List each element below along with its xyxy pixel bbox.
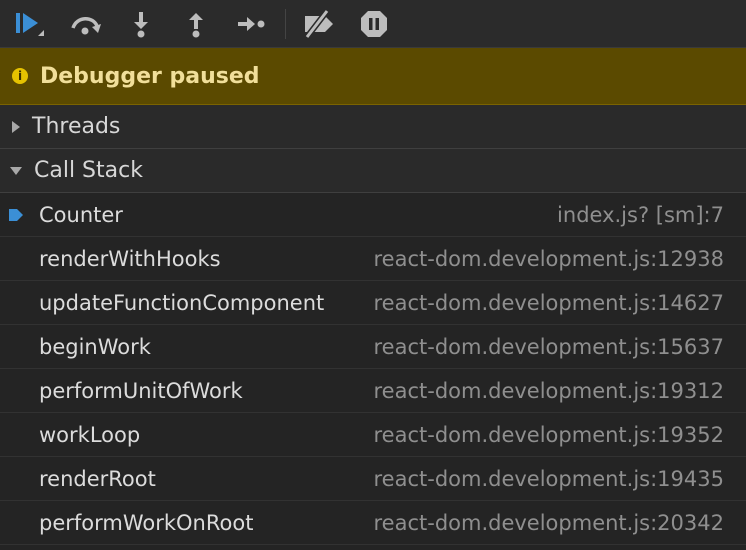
chevron-down-icon — [10, 166, 22, 175]
chevron-right-icon — [12, 120, 20, 133]
call-stack-frame[interactable]: workLoop react-dom.development.js:19352 — [0, 413, 746, 457]
call-stack-frame[interactable]: renderWithHooks react-dom.development.js… — [0, 237, 746, 281]
resume-icon — [14, 9, 48, 39]
step-over-button[interactable] — [69, 7, 103, 41]
deactivate-breakpoints-icon — [301, 9, 337, 38]
debugger-toolbar — [0, 0, 746, 48]
step-out-button[interactable] — [179, 7, 213, 41]
frame-function-name: renderWithHooks — [39, 246, 221, 271]
info-icon: i — [12, 68, 28, 84]
threads-section-header[interactable]: Threads — [0, 105, 746, 149]
banner-text: Debugger paused — [40, 63, 260, 89]
frame-location: index.js? [sm]:7 — [557, 202, 724, 227]
deactivate-breakpoints-button[interactable] — [302, 7, 336, 41]
step-icon — [236, 14, 266, 34]
call-stack-list: Counter index.js? [sm]:7 renderWithHooks… — [0, 193, 746, 545]
call-stack-frame[interactable]: performWorkOnRoot react-dom.development.… — [0, 501, 746, 545]
toolbar-divider — [285, 8, 286, 39]
frame-location: react-dom.development.js:20342 — [373, 510, 725, 535]
frame-function-name: Counter — [39, 202, 123, 227]
call-stack-section-header[interactable]: Call Stack — [0, 149, 746, 193]
frame-location: react-dom.development.js:12938 — [373, 246, 725, 271]
frame-function-name: beginWork — [39, 334, 151, 359]
step-out-icon — [186, 10, 206, 38]
pause-on-exceptions-icon — [359, 9, 389, 39]
frame-location: react-dom.development.js:14627 — [373, 290, 725, 315]
step-button[interactable] — [234, 7, 268, 41]
frame-location: react-dom.development.js:19352 — [373, 422, 725, 447]
call-stack-frame[interactable]: Counter index.js? [sm]:7 — [0, 193, 746, 237]
call-stack-frame[interactable]: performUnitOfWork react-dom.development.… — [0, 369, 746, 413]
pause-on-exceptions-button[interactable] — [357, 7, 391, 41]
current-frame-arrow-icon — [9, 209, 23, 221]
call-stack-frame[interactable]: updateFunctionComponent react-dom.develo… — [0, 281, 746, 325]
step-into-icon — [131, 10, 151, 38]
frame-location: react-dom.development.js:19435 — [373, 466, 725, 491]
step-over-icon — [69, 12, 103, 36]
resume-button[interactable] — [14, 7, 48, 41]
frame-function-name: renderRoot — [39, 466, 156, 491]
step-into-button[interactable] — [124, 7, 158, 41]
frame-function-name: updateFunctionComponent — [39, 290, 325, 315]
call-stack-label: Call Stack — [34, 158, 143, 183]
frame-function-name: performWorkOnRoot — [39, 510, 254, 535]
call-stack-frame[interactable]: renderRoot react-dom.development.js:1943… — [0, 457, 746, 501]
call-stack-frame[interactable]: beginWork react-dom.development.js:15637 — [0, 325, 746, 369]
debugger-paused-banner: i Debugger paused — [0, 48, 746, 105]
frame-location: react-dom.development.js:15637 — [373, 334, 725, 359]
frame-function-name: workLoop — [39, 422, 141, 447]
frame-location: react-dom.development.js:19312 — [373, 378, 725, 403]
threads-label: Threads — [32, 114, 121, 139]
frame-function-name: performUnitOfWork — [39, 378, 243, 403]
